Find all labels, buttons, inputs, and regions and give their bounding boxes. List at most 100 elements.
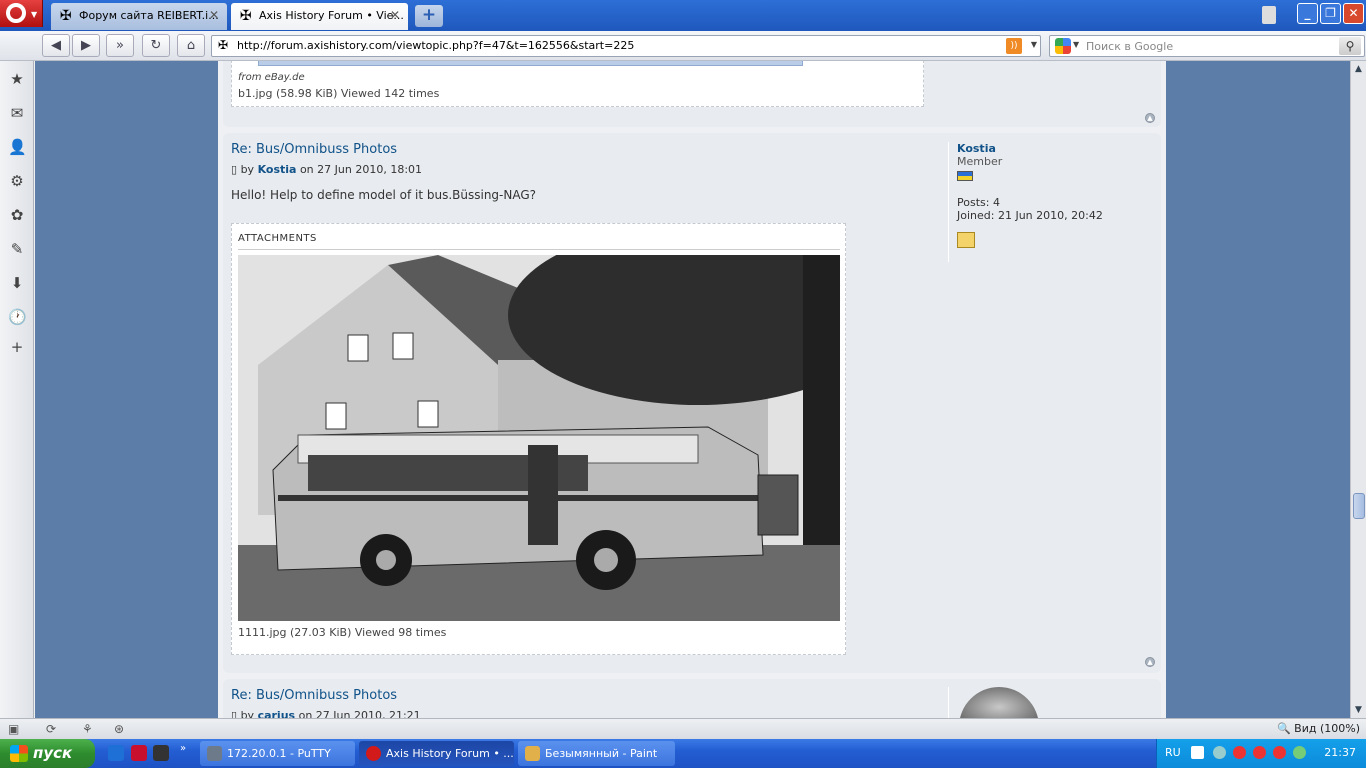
forum-post: Re: Bus/Omnibuss Photos ▯ by Kostia on 2… [223,133,1161,673]
forum-post: Re: Bus/Omnibuss Photos ▯ by carius on 2… [223,679,1161,718]
ulead-icon[interactable] [131,745,147,761]
scroll-thumb[interactable] [1353,493,1365,519]
panel-toggle-icon[interactable]: ▣ [8,722,19,736]
turbo-icon[interactable]: ⊛ [114,722,124,736]
side-panel: ★ ✉ 👤 ⚙ ✿ ✎ ⬇ 🕐 + [0,61,34,718]
tab-axis-history[interactable]: ✠ Axis History Forum • Vie... ✕ [231,3,408,30]
google-icon[interactable] [1055,38,1071,54]
history-icon[interactable]: 🕐 [8,308,27,326]
divider [238,249,840,250]
add-panel-icon[interactable]: + [8,338,26,356]
back-to-top-icon[interactable]: ▲ [1145,657,1155,667]
profile-joined: Joined: 21 Jun 2010, 20:42 [957,209,1103,222]
chevron-down-icon[interactable]: ▼ [1031,40,1037,49]
language-indicator[interactable]: RU [1165,746,1181,759]
scroll-up-icon[interactable]: ▲ [1351,61,1366,77]
avatar [959,687,1039,718]
status-bar: ▣ ⟳ ⚘ ⊛ 🔍 Вид (100%) [0,718,1366,739]
taskbar-item-paint[interactable]: Безымянный - Paint [518,741,675,766]
network-icon[interactable] [1213,746,1226,759]
chevron-down-icon[interactable]: ▼ [1073,40,1079,49]
widgets-icon[interactable]: ⚙ [8,172,26,190]
downloads-icon[interactable]: ⬇ [8,274,26,292]
app-icon[interactable] [153,745,169,761]
chevron-down-icon: ▼ [31,10,38,19]
bookmarks-icon[interactable]: ★ [8,70,26,88]
fast-forward-button[interactable]: » [106,34,134,57]
back-button[interactable]: ◀ [42,34,70,57]
opera-logo-icon [6,3,26,23]
connection-icon[interactable] [1293,746,1306,759]
forum-content: from eBay.de b1.jpg (58.98 KiB) Viewed 1… [218,61,1166,718]
tab-reibert[interactable]: ✠ Форум сайта REIBERT.i... ✕ [51,3,227,30]
close-icon[interactable]: ✕ [209,8,219,22]
page-scrollbar[interactable]: ▲ ▼ [1350,61,1366,718]
bus-photo[interactable] [238,255,840,621]
new-tab-button[interactable]: + [415,5,443,27]
contacts-icon[interactable]: 👤 [8,138,27,156]
search-field[interactable]: ▼ Поиск в Google ⚲ [1049,35,1365,57]
profile-username[interactable]: Kostia [957,142,1148,155]
forward-button[interactable]: ▶ [72,34,100,57]
taskbar-item-opera[interactable]: Axis History Forum • ... [359,741,514,766]
ukraine-flag-icon [957,171,973,181]
navigation-bar: ◀ ▶ » ↻ ⌂ ✠ http://forum.axishistory.com… [0,31,1366,61]
opera-tray-icon[interactable] [1273,746,1286,759]
web-page: from eBay.de b1.jpg (58.98 KiB) Viewed 1… [35,61,1350,718]
iron-cross-icon: ✠ [240,8,252,24]
bus-photo-drawing [238,255,840,621]
scroll-down-icon[interactable]: ▼ [1351,702,1366,718]
minimize-button[interactable]: _ [1297,3,1318,24]
site-icon: ✠ [218,38,229,52]
zoom-control[interactable]: 🔍 Вид (100%) [1277,722,1360,735]
opera-tray-icon[interactable] [1233,746,1246,759]
author-link[interactable]: carius [258,709,296,718]
post-byline: ▯ by Kostia on 27 Jun 2010, 18:01 [231,163,422,176]
system-tray: RU 21:37 [1156,739,1366,768]
sync-icon[interactable]: ⟳ [46,722,56,736]
taskbar-item-putty[interactable]: 172.20.0.1 - PuTTY [200,741,355,766]
address-bar[interactable]: ✠ http://forum.axishistory.com/viewtopic… [211,35,1041,57]
ie-icon[interactable] [108,745,124,761]
post-body: Hello! Help to define model of it bus.Bü… [231,188,537,202]
rss-icon[interactable]: )) [1006,38,1022,54]
post-date: on 27 Jun 2010, 18:01 [299,163,423,176]
embedded-scrollbar[interactable] [258,61,803,66]
unite-icon[interactable]: ✿ [8,206,26,224]
search-placeholder: Поиск в Google [1086,40,1174,53]
profile-rank: Member [957,155,1003,168]
tab-bar: ▼ ✠ Форум сайта REIBERT.i... ✕ ✠ Axis Hi… [0,0,1366,31]
zoom-label: Вид (100%) [1294,722,1360,735]
back-to-top-icon[interactable]: ▲ [1145,113,1155,123]
address-text: http://forum.axishistory.com/viewtopic.p… [237,39,635,52]
author-link[interactable]: Kostia [258,163,297,176]
quicklaunch-expand-icon[interactable]: » [180,743,186,754]
opera-icon [366,746,381,761]
opera-menu-button[interactable]: ▼ [0,0,43,27]
start-button[interactable]: пуск [0,739,95,768]
pm-icon[interactable] [957,232,975,248]
attachment-caption: 1111.jpg (27.03 KiB) Viewed 98 times [238,626,447,639]
maximize-button[interactable]: ❐ [1320,3,1341,24]
post-title[interactable]: Re: Bus/Omnibuss Photos [231,142,397,157]
attachments-heading: ATTACHMENTS [238,233,317,244]
clock[interactable]: 21:37 [1324,746,1356,759]
home-button[interactable]: ⌂ [177,34,205,57]
windows-logo-icon [10,745,28,762]
reload-button[interactable]: ↻ [142,34,170,57]
post-title[interactable]: Re: Bus/Omnibuss Photos [231,688,397,703]
post-icon: ▯ [231,163,238,176]
help-icon[interactable] [1191,746,1204,759]
unite-icon[interactable]: ⚘ [82,722,93,736]
close-icon[interactable]: ✕ [390,8,400,22]
close-window-button[interactable]: ✕ [1343,3,1364,24]
mail-icon[interactable]: ✉ [8,104,26,122]
previous-post: from eBay.de b1.jpg (58.98 KiB) Viewed 1… [223,61,1161,127]
post-byline: ▯ by carius on 27 Jun 2010, 21:21 [231,709,421,718]
by-label: by [240,709,255,718]
opera-tray-icon[interactable] [1253,746,1266,759]
notes-icon[interactable]: ✎ [8,240,26,258]
search-icon[interactable]: ⚲ [1339,37,1361,55]
taskbar: пуск » 172.20.0.1 - PuTTY Axis History F… [0,739,1366,768]
trash-icon[interactable] [1262,6,1276,24]
